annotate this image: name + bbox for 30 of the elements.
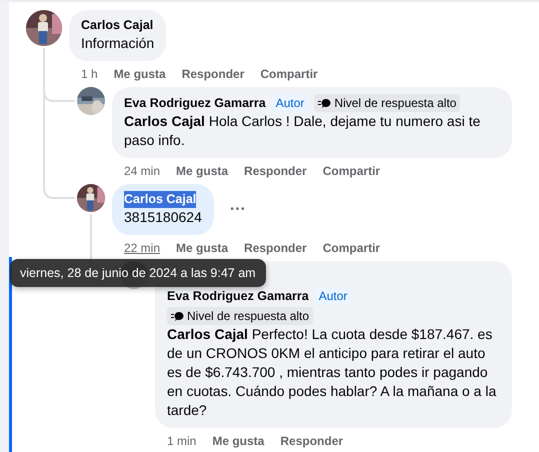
author-badge: Autor [314, 287, 352, 305]
response-level-badge: Nivel de respuesta alto [167, 307, 314, 325]
comment-text: Carlos Cajal Hola Carlos ! Dale, dejame tu numero asi te paso info. [124, 112, 482, 150]
comment-text: Información [81, 34, 154, 53]
action-link[interactable]: Compartir [322, 162, 380, 184]
timestamp-link[interactable]: 1 h [81, 65, 98, 87]
timestamp-link[interactable]: 1 min [167, 432, 196, 452]
action-link[interactable]: Me gusta [212, 432, 264, 452]
action-link[interactable]: Responder [244, 239, 307, 261]
more-button[interactable]: ··· [226, 198, 250, 222]
author-name[interactable]: Eva Rodriguez Gamarra [167, 288, 309, 304]
action-link[interactable]: Responder [280, 432, 344, 452]
action-link[interactable]: Compartir [322, 239, 380, 261]
comment-text: 3815180624 [124, 208, 202, 227]
author-name[interactable]: Eva Rodriguez Gamarra [124, 94, 266, 112]
action-link[interactable]: Responder [244, 162, 307, 184]
author-name[interactable]: Carlos Cajal [124, 191, 196, 208]
action-link[interactable]: Responder [182, 65, 244, 87]
response-level-badge: Nivel de respuesta alto [314, 94, 460, 112]
timestamp-link[interactable]: 22 min [124, 239, 160, 261]
action-link[interactable]: Compartir [260, 65, 318, 87]
author-badge: Autor [272, 94, 308, 112]
author-name[interactable]: Carlos Cajal [81, 17, 154, 34]
comment-text: Carlos Cajal Perfecto! La cuota desde $187.467. es de un CRONOS 0KM el anticipo para retirar el auto es de $6.743.700 , mientras tanto podes ir pagando en cuotas. Cuándo podes hablar? A la mañana o a la tarde? [167, 325, 498, 420]
action-link[interactable]: Me gusta [114, 65, 166, 87]
speech-bubble-icon [318, 98, 332, 108]
speech-bubble-icon [171, 310, 184, 322]
action-link[interactable]: Me gusta [176, 239, 228, 261]
action-link[interactable]: Me gusta [176, 162, 228, 184]
timestamp-link[interactable]: 24 min [124, 162, 160, 184]
